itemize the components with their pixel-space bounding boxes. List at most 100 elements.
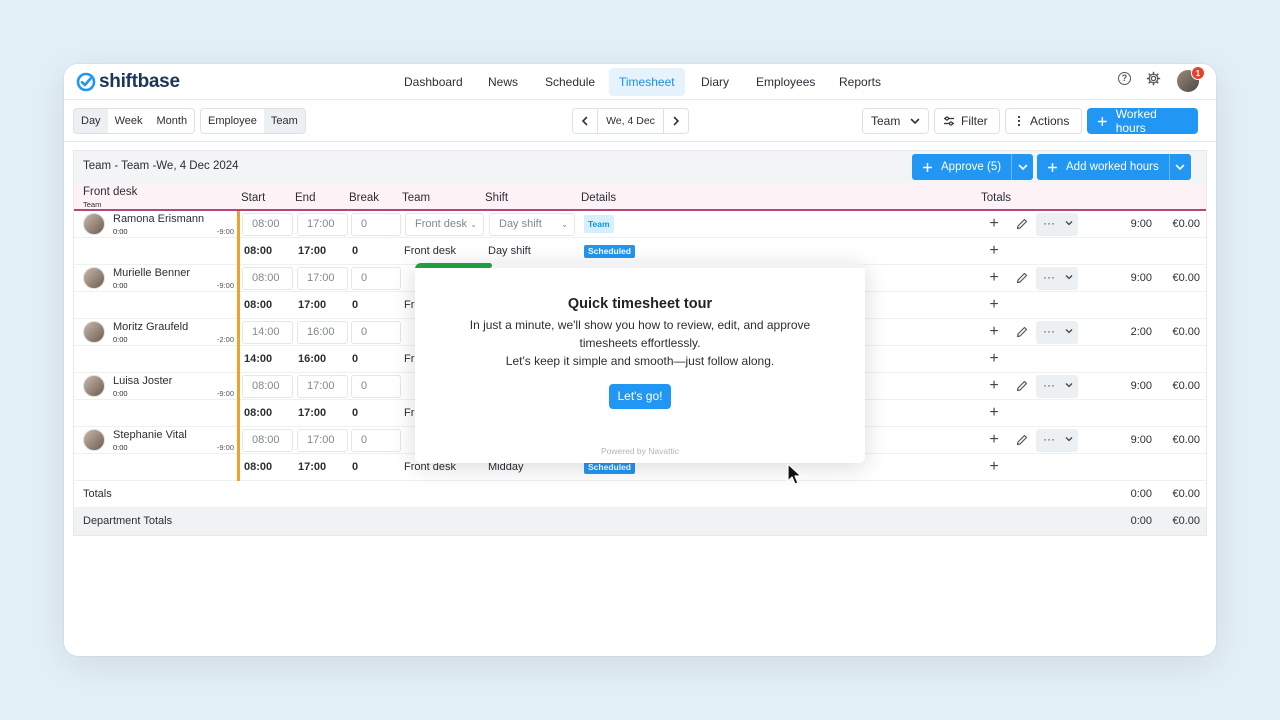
department-name: Front desk [83,186,138,198]
end-input[interactable]: 17:00 [297,267,348,290]
nav-dashboard[interactable]: Dashboard [394,68,473,96]
break-input[interactable]: 0 [351,267,401,290]
pencil-icon[interactable] [1015,433,1029,447]
add-icon[interactable]: + [986,351,1002,367]
add-icon[interactable]: + [986,324,1002,340]
row-total-hours: 9:00 [1130,218,1152,230]
approve-button[interactable]: Approve (5) [912,154,1034,180]
row-actions-menu[interactable]: ··· [1036,267,1078,290]
break-input[interactable]: 0 [351,429,401,452]
toolbar: Day Week Month Employee Team We, 4 Dec T… [64,100,1216,142]
filter-button[interactable]: Filter [934,108,1000,134]
add-icon[interactable]: + [986,459,1002,475]
start-input[interactable]: 14:00 [242,321,293,344]
more-horizontal-icon: ··· [1043,216,1055,230]
end-input[interactable]: 16:00 [297,321,348,344]
chevron-down-icon [1065,329,1073,334]
pencil-icon[interactable] [1015,217,1029,231]
pencil-icon[interactable] [1015,271,1029,285]
date-navigator: We, 4 Dec [572,108,689,134]
nav-schedule[interactable]: Schedule [535,68,605,96]
break-input[interactable]: 0 [351,321,401,344]
scheduled-start: 08:00 [244,299,273,311]
more-horizontal-icon: ··· [1043,378,1055,392]
start-input[interactable]: 08:00 [242,375,293,398]
start-input[interactable]: 08:00 [242,213,293,236]
break-input[interactable]: 0 [351,375,401,398]
employee-diff: -9:00 [216,281,234,290]
prev-day-button[interactable] [573,109,597,133]
approve-label: Approve (5) [941,161,1002,173]
add-icon[interactable]: + [986,405,1002,421]
tab-team[interactable]: Team [263,109,305,133]
help-icon[interactable]: ? [1118,72,1131,85]
pencil-icon[interactable] [1015,325,1029,339]
lets-go-button[interactable]: Let's go! [609,384,671,409]
actions-button[interactable]: Actions [1005,108,1082,134]
row-actions-menu[interactable]: ··· [1036,213,1078,236]
employee-name[interactable]: Moritz Graufeld [113,321,188,333]
employee-diff: -9:00 [216,443,234,452]
col-start: Start [241,192,266,204]
plus-icon [1048,162,1057,172]
add-icon[interactable]: + [986,378,1002,394]
shift-select[interactable]: Day shift ⌄ [489,213,575,236]
schedule-row: 08:00 17:00 0 Front desk Day shift Schedule… [74,238,1206,265]
scheduled-team: Fr [404,299,415,311]
row-actions-menu[interactable]: ··· [1036,429,1078,452]
start-input[interactable]: 08:00 [242,429,293,452]
modal-line-1: In just a minute, we'll show you how to … [469,318,811,350]
nav-reports[interactable]: Reports [829,68,891,96]
end-input[interactable]: 17:00 [297,429,348,452]
avatar [83,213,105,235]
more-horizontal-icon: ··· [1043,324,1055,338]
employee-name[interactable]: Luisa Joster [113,375,172,387]
nav-news[interactable]: News [478,68,528,96]
view-switch: Employee Team [200,108,306,134]
add-icon[interactable]: + [986,432,1002,448]
add-worked-hours-button[interactable]: Add worked hours [1037,154,1191,180]
tab-month[interactable]: Month [149,109,194,133]
worked-hours-label: Worked hours [1115,107,1157,135]
next-day-button[interactable] [664,109,688,133]
pencil-icon[interactable] [1015,379,1029,393]
add-icon[interactable]: + [986,297,1002,313]
logo[interactable]: shiftbase [76,71,180,93]
modal-body: In just a minute, we'll show you how to … [445,316,835,370]
scheduled-start: 08:00 [244,245,273,257]
gear-icon[interactable] [1146,71,1162,87]
team-select[interactable]: Team [862,108,929,134]
col-shift: Shift [485,192,509,204]
nav-employees[interactable]: Employees [746,68,825,96]
row-actions-menu[interactable]: ··· [1036,321,1078,344]
scheduled-start: 08:00 [244,461,273,473]
scheduled-team: Front desk [404,245,456,257]
current-date[interactable]: We, 4 Dec [597,109,664,133]
section-header: Team - Team -We, 4 Dec 2024 Approve (5) … [74,151,1206,183]
employee-name[interactable]: Murielle Benner [113,267,190,279]
department-totals-hours: 0:00 [1130,515,1152,527]
end-input[interactable]: 17:00 [297,213,348,236]
nav-diary[interactable]: Diary [691,68,739,96]
employee-name[interactable]: Ramona Erismann [113,213,204,225]
add-icon[interactable]: + [986,243,1002,259]
team-select-label: Team [871,114,901,128]
avatar [83,321,105,343]
row-actions-menu[interactable]: ··· [1036,375,1078,398]
start-input[interactable]: 08:00 [242,267,293,290]
break-input[interactable]: 0 [351,213,401,236]
add-hours-dropdown-toggle[interactable] [1168,154,1191,180]
team-select[interactable]: Front desk ⌄ [405,213,484,236]
worked-hours-button[interactable]: Worked hours [1087,107,1198,135]
tab-day[interactable]: Day [74,109,108,133]
nav-timesheet[interactable]: Timesheet [609,68,685,96]
approve-dropdown-toggle[interactable] [1011,154,1033,180]
department-totals-euro: €0.00 [1172,515,1200,527]
end-input[interactable]: 17:00 [297,375,348,398]
tab-week[interactable]: Week [108,109,150,133]
powered-by[interactable]: Powered by Navattic [415,446,865,456]
add-icon[interactable]: + [986,270,1002,286]
add-icon[interactable]: + [986,216,1002,232]
tab-employee[interactable]: Employee [201,109,264,133]
employee-name[interactable]: Stephanie Vital [113,429,187,441]
